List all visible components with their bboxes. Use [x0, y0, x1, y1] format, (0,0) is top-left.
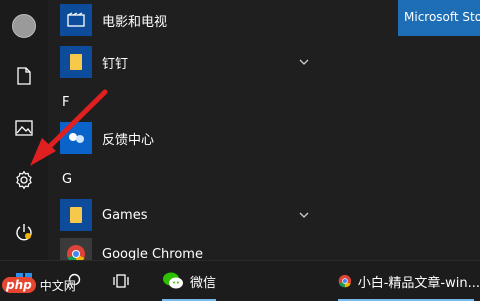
taskbar-wechat[interactable]: 微信 [156, 261, 222, 301]
taskbar-chrome-window[interactable]: 小白-精品文章-win... [332, 261, 480, 301]
list-item-movies-tv[interactable]: 电影和电视 [60, 2, 310, 38]
pictures-button[interactable] [0, 104, 48, 152]
picture-icon [15, 120, 33, 136]
app-tile [60, 4, 92, 36]
power-button[interactable] [0, 208, 48, 256]
document-icon [17, 67, 31, 85]
settings-button[interactable] [0, 156, 48, 204]
app-label: 反馈中心 [102, 132, 155, 148]
feedback-icon [69, 133, 84, 143]
task-label: 微信 [190, 275, 217, 291]
section-letter-g[interactable]: G [62, 172, 72, 187]
task-label: 小白-精品文章-win... [357, 275, 480, 291]
watermark-logo: php [2, 277, 36, 293]
list-item-dingtalk-folder[interactable]: 钉钉 [60, 44, 310, 80]
start-menu-rail [0, 0, 48, 260]
film-icon [67, 12, 85, 27]
app-tile [60, 122, 92, 154]
app-label: Games [102, 207, 148, 223]
app-label: 钉钉 [102, 56, 129, 72]
folder-icon [70, 54, 82, 70]
power-icon [16, 224, 32, 241]
app-tile [60, 199, 92, 231]
list-item-games-folder[interactable]: Games [60, 197, 310, 233]
list-item-feedback-hub[interactable]: 反馈中心 [60, 120, 310, 156]
documents-button[interactable] [0, 52, 48, 100]
avatar [12, 14, 36, 38]
chevron-down-icon[interactable] [298, 56, 310, 68]
app-tile [60, 46, 92, 78]
wechat-icon [163, 272, 183, 289]
folder-icon [70, 207, 82, 223]
watermark: php 中文网 [2, 270, 88, 300]
chevron-down-icon[interactable] [298, 209, 310, 221]
gear-icon [16, 170, 32, 190]
ms-store-tile[interactable]: Microsoft Store [398, 0, 480, 36]
chrome-icon [338, 274, 352, 288]
section-letter-f[interactable]: F [62, 95, 69, 110]
watermark-site-text: 中文网 [39, 278, 76, 293]
user-account-button[interactable] [0, 2, 48, 50]
app-label: 电影和电视 [102, 14, 168, 30]
task-view-button[interactable] [106, 261, 136, 301]
task-view-icon [113, 274, 129, 288]
tile-area: Microsoft Store [328, 0, 480, 260]
app-list: 电影和电视 钉钉 F 反馈中心 G Games Google Chrome [48, 0, 328, 270]
